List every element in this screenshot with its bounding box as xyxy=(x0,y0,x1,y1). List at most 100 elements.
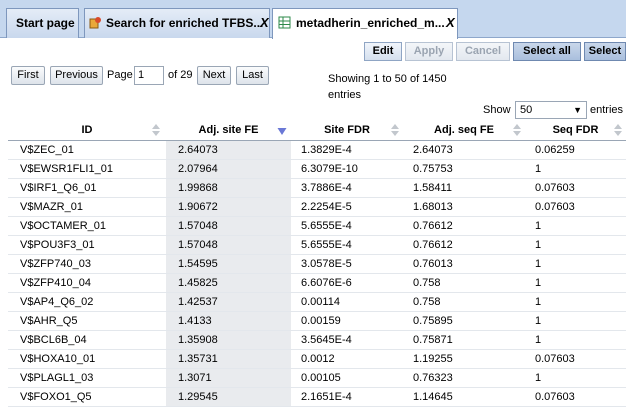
table-cell: 1 xyxy=(535,315,542,327)
column-header-seq-fdr[interactable]: Seq FDR xyxy=(525,120,626,140)
table-cell: 1 xyxy=(535,220,542,232)
sort-icon xyxy=(152,124,160,136)
page-size-select[interactable]: 50 ▼ xyxy=(515,101,587,119)
tab-search-enriched-tfbs[interactable]: Search for enriched TFBS... X xyxy=(84,8,270,38)
table-cell: 0.76323 xyxy=(413,372,453,384)
table-cell: 5.6555E-4 xyxy=(301,239,352,251)
table-cell: 0.06259 xyxy=(535,144,575,156)
table-icon xyxy=(278,16,291,29)
table-row[interactable]: V$POU3F3_01 1.57048 5.6555E-4 0.76612 1 xyxy=(8,236,626,255)
table-cell: V$MAZR_01 xyxy=(20,201,83,213)
sort-descending-icon xyxy=(277,128,287,135)
table-row[interactable]: V$AP4_Q6_02 1.42537 0.00114 0.758 1 xyxy=(8,293,626,312)
tab-start-page[interactable]: Start page xyxy=(6,8,79,38)
table-cell: 1.29545 xyxy=(166,388,291,406)
column-header-adj-seq-fe[interactable]: Adj. seq FE xyxy=(403,120,525,140)
table-row[interactable]: V$FOXO1_Q5 1.29545 2.1651E-4 1.14645 0.07603 xyxy=(8,388,626,407)
table-cell: 2.1651E-4 xyxy=(301,391,352,403)
table-cell: 0.07603 xyxy=(535,201,575,213)
column-header-label: Site FDR xyxy=(324,124,370,136)
table-cell: 2.64073 xyxy=(413,144,453,156)
table-cell: 2.64073 xyxy=(166,141,291,159)
table-row[interactable]: V$EWSR1FLI1_01 2.07964 6.3079E-10 0.75753 1 xyxy=(8,160,626,179)
table-cell: 0.76612 xyxy=(413,220,453,232)
previous-page-button[interactable]: Previous xyxy=(50,66,103,85)
tab-strip: Start page Search for enriched TFBS... X… xyxy=(0,0,626,39)
tab-metadherin-enriched[interactable]: metadherin_enriched_m... X xyxy=(272,8,458,39)
table-cell: 1.3071 xyxy=(166,369,291,387)
table-cell: V$FOXO1_Q5 xyxy=(20,391,92,403)
table-cell: V$ZFP410_04 xyxy=(20,277,91,289)
last-page-button[interactable]: Last xyxy=(236,66,269,85)
table-header: ID Adj. site FE Site FDR Adj. seq FE Seq… xyxy=(8,120,626,141)
tab-label: Search for enriched TFBS... xyxy=(106,16,264,30)
table-cell: 1.45825 xyxy=(166,274,291,292)
table-cell: 1 xyxy=(535,163,542,175)
table-body: V$ZEC_01 2.64073 1.3829E-4 2.64073 0.06259 V$… xyxy=(8,141,626,407)
table-cell: 5.6555E-4 xyxy=(301,220,352,232)
close-icon[interactable]: X xyxy=(260,9,269,37)
table-cell: 1.35908 xyxy=(166,331,291,349)
table-cell: 1.99868 xyxy=(166,179,291,197)
table-row[interactable]: V$ZFP410_04 1.45825 6.6076E-6 0.758 1 xyxy=(8,274,626,293)
table-cell: 1 xyxy=(535,296,542,308)
column-header-id[interactable]: ID xyxy=(8,120,166,140)
table-cell: 1.42537 xyxy=(166,293,291,311)
table-cell: V$PLAGL1_03 xyxy=(20,372,94,384)
next-page-button[interactable]: Next xyxy=(197,66,231,85)
column-header-label: ID xyxy=(81,124,93,136)
first-page-button[interactable]: First xyxy=(11,66,45,85)
select-button[interactable]: Select xyxy=(584,42,626,61)
table-cell: V$EWSR1FLI1_01 xyxy=(20,163,113,175)
table-row[interactable]: V$ZEC_01 2.64073 1.3829E-4 2.64073 0.06259 xyxy=(8,141,626,160)
table-cell: 1.58411 xyxy=(413,182,452,194)
show-label: Show xyxy=(483,104,511,116)
table-cell: 0.758 xyxy=(413,296,441,308)
select-all-button[interactable]: Select all xyxy=(513,42,581,61)
table-row[interactable]: V$AHR_Q5 1.4133 0.00159 0.75895 1 xyxy=(8,312,626,331)
table-cell: V$HOXA10_01 xyxy=(20,353,96,365)
table-cell: 1.4133 xyxy=(166,312,291,330)
edit-button[interactable]: Edit xyxy=(364,42,402,61)
table-cell: 0.76013 xyxy=(413,258,453,270)
column-header-adj-site-fe[interactable]: Adj. site FE xyxy=(166,120,291,140)
table-cell: V$AHR_Q5 xyxy=(20,315,78,327)
table-cell: V$AP4_Q6_02 xyxy=(20,296,94,308)
table-row[interactable]: V$HOXA10_01 1.35731 0.0012 1.19255 0.07603 xyxy=(8,350,626,369)
table-cell: 6.3079E-10 xyxy=(301,163,358,175)
table-row[interactable]: V$MAZR_01 1.90672 2.2254E-5 1.68013 0.07603 xyxy=(8,198,626,217)
sort-icon xyxy=(513,124,521,136)
table-cell: 0.75871 xyxy=(413,334,453,346)
cancel-button[interactable]: Cancel xyxy=(456,42,510,61)
table-cell: 0.00159 xyxy=(301,315,341,327)
table-cell: 1.68013 xyxy=(413,201,453,213)
page-number-input[interactable]: 1 xyxy=(134,66,164,85)
table-row[interactable]: V$PLAGL1_03 1.3071 0.00105 0.76323 1 xyxy=(8,369,626,388)
table-cell: 1 xyxy=(535,277,542,289)
table-cell: 1 xyxy=(535,239,542,251)
close-icon[interactable]: X xyxy=(446,9,455,37)
table-cell: 1.57048 xyxy=(166,236,291,254)
table-cell: 0.75895 xyxy=(413,315,453,327)
table-row[interactable]: V$ZFP740_03 1.54595 3.0578E-5 0.76013 1 xyxy=(8,255,626,274)
table-cell: V$ZEC_01 xyxy=(20,144,74,156)
apply-button[interactable]: Apply xyxy=(405,42,453,61)
table-cell: 1.54595 xyxy=(166,255,291,273)
table-row[interactable]: V$IRF1_Q6_01 1.99868 3.7886E-4 1.58411 0.076… xyxy=(8,179,626,198)
results-table: ID Adj. site FE Site FDR Adj. seq FE Seq… xyxy=(8,120,626,407)
table-row[interactable]: V$BCL6B_04 1.35908 3.5645E-4 0.75871 1 xyxy=(8,331,626,350)
table-cell: 2.2254E-5 xyxy=(301,201,352,213)
sort-icon xyxy=(391,124,399,136)
column-header-site-fdr[interactable]: Site FDR xyxy=(291,120,403,140)
analysis-icon xyxy=(89,17,101,29)
table-cell: 1 xyxy=(535,334,542,346)
sort-icon xyxy=(614,124,622,136)
table-cell: 6.6076E-6 xyxy=(301,277,352,289)
table-cell: 2.07964 xyxy=(166,160,291,178)
column-header-label: Seq FDR xyxy=(552,124,599,136)
table-cell: 1 xyxy=(535,372,542,384)
tab-label: Start page xyxy=(16,16,75,30)
table-cell: 0.00105 xyxy=(301,372,341,384)
table-cell: 1.35731 xyxy=(166,350,291,368)
table-row[interactable]: V$OCTAMER_01 1.57048 5.6555E-4 0.76612 1 xyxy=(8,217,626,236)
